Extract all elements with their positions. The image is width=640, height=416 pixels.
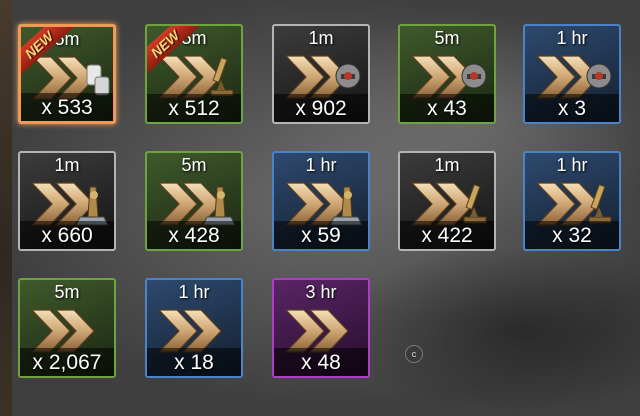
item-quantity: x 428 <box>168 224 220 247</box>
speedup-item-1hr-building[interactable]: 1 hr x 59 <box>272 151 370 251</box>
item-quantity: x 59 <box>301 224 341 247</box>
item-duration: 5m <box>181 155 207 175</box>
item-duration: 1 hr <box>305 155 337 175</box>
item-quantity: x 43 <box>427 97 467 120</box>
speedup-item-5m-building[interactable]: 5m x 428 <box>145 151 243 251</box>
item-quantity: x 422 <box>421 224 473 247</box>
speedup-item-5m-research[interactable]: 5m x 512 NEW <box>145 24 243 124</box>
speedup-item-3hr-universal[interactable]: 3 hr x 48 <box>272 278 370 378</box>
item-duration: 1m <box>434 155 460 175</box>
item-quantity: x 902 <box>295 97 347 120</box>
item-quantity: x 32 <box>552 224 592 247</box>
speedup-item-1m-training[interactable]: 1m x 902 <box>272 24 370 124</box>
item-duration: 1 hr <box>556 28 588 48</box>
item-quantity: x 48 <box>301 351 341 374</box>
item-quantity: x 533 <box>41 96 93 119</box>
item-duration: 1m <box>54 155 80 175</box>
item-quantity: x 660 <box>41 224 93 247</box>
speedup-item-1hr-universal[interactable]: 1 hr x 18 <box>145 278 243 378</box>
speedup-item-5m-universal[interactable]: 5m x 2,067 <box>18 278 116 378</box>
speedup-item-1m-research[interactable]: 1m x 422 <box>398 151 496 251</box>
speedup-item-1hr-training[interactable]: 1 hr x 3 <box>523 24 621 124</box>
speedup-item-grid: 5m x 533 NEW 5m x 512 NEW 1m x 902 5m x … <box>0 0 640 416</box>
item-duration: 5m <box>434 28 460 48</box>
speedup-item-1m-building[interactable]: 1m x 660 <box>18 151 116 251</box>
item-duration: 3 hr <box>305 282 337 302</box>
item-duration: 5m <box>54 282 80 302</box>
item-quantity: x 18 <box>174 351 214 374</box>
item-duration: 1m <box>308 28 334 48</box>
item-duration: 1 hr <box>556 155 588 175</box>
speedup-item-5m-training[interactable]: 5m x 43 <box>398 24 496 124</box>
mouse-cursor-indicator: c <box>405 345 423 363</box>
item-quantity: x 3 <box>557 97 586 120</box>
item-duration: 1 hr <box>178 282 210 302</box>
speedup-item-1hr-research[interactable]: 1 hr x 32 <box>523 151 621 251</box>
speedup-item-5m-barrels[interactable]: 5m x 533 NEW <box>18 24 116 124</box>
item-quantity: x 512 <box>168 97 220 120</box>
item-quantity: x 2,067 <box>32 351 102 374</box>
